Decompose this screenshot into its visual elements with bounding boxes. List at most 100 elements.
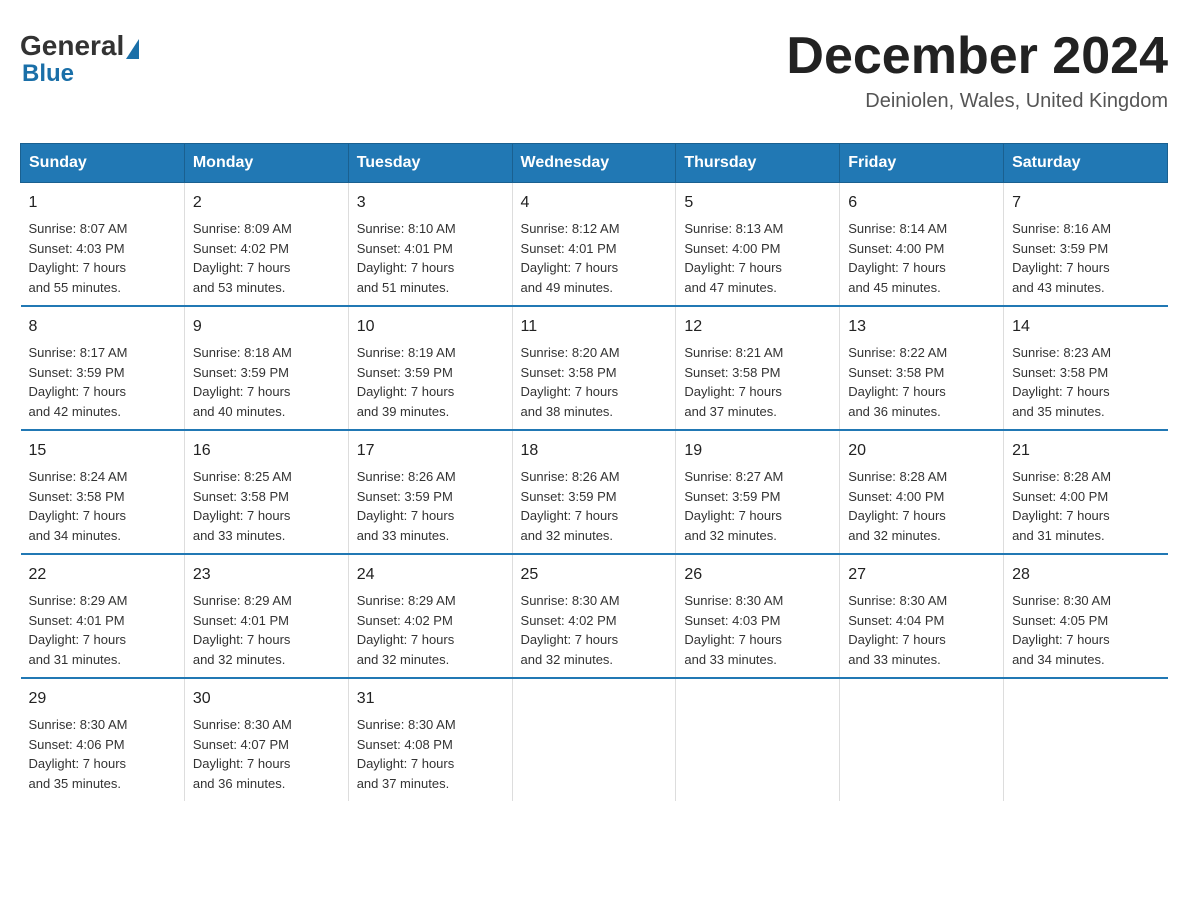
day-sunrise-text: Sunrise: 8:29 AM [193, 593, 292, 608]
day-number: 7 [1012, 191, 1159, 215]
logo-blue-label: Blue [22, 60, 74, 88]
day-number: 30 [193, 687, 340, 711]
day-number: 15 [29, 439, 176, 463]
col-friday: Friday [840, 144, 1004, 183]
day-number: 2 [193, 191, 340, 215]
calendar-day-cell: 7Sunrise: 8:16 AMSunset: 3:59 PMDaylight… [1004, 183, 1168, 307]
day-daylight-cont-text: and 33 minutes. [848, 652, 941, 667]
day-sunset-text: Sunset: 4:05 PM [1012, 613, 1108, 628]
day-number: 21 [1012, 439, 1159, 463]
day-sunset-text: Sunset: 3:58 PM [1012, 365, 1108, 380]
location-text: Deiniolen, Wales, United Kingdom [786, 90, 1168, 113]
day-sunset-text: Sunset: 4:02 PM [193, 241, 289, 256]
day-daylight-cont-text: and 36 minutes. [193, 776, 286, 791]
day-sunset-text: Sunset: 3:59 PM [684, 489, 780, 504]
day-sunset-text: Sunset: 3:58 PM [193, 489, 289, 504]
day-number: 17 [357, 439, 504, 463]
col-saturday: Saturday [1004, 144, 1168, 183]
day-sunrise-text: Sunrise: 8:25 AM [193, 469, 292, 484]
day-daylight-text: Daylight: 7 hours [193, 632, 291, 647]
logo: General Blue [20, 30, 141, 88]
day-number: 5 [684, 191, 831, 215]
day-number: 29 [29, 687, 176, 711]
day-daylight-cont-text: and 34 minutes. [29, 528, 122, 543]
day-number: 9 [193, 315, 340, 339]
day-sunset-text: Sunset: 3:59 PM [29, 365, 125, 380]
calendar-week-row: 29Sunrise: 8:30 AMSunset: 4:06 PMDayligh… [21, 678, 1168, 801]
col-sunday: Sunday [21, 144, 185, 183]
day-sunrise-text: Sunrise: 8:29 AM [357, 593, 456, 608]
day-number: 8 [29, 315, 176, 339]
calendar-day-cell: 5Sunrise: 8:13 AMSunset: 4:00 PMDaylight… [676, 183, 840, 307]
day-number: 3 [357, 191, 504, 215]
day-daylight-text: Daylight: 7 hours [684, 508, 782, 523]
day-sunset-text: Sunset: 4:02 PM [521, 613, 617, 628]
day-sunset-text: Sunset: 4:01 PM [521, 241, 617, 256]
day-daylight-cont-text: and 32 minutes. [193, 652, 286, 667]
day-daylight-text: Daylight: 7 hours [29, 384, 127, 399]
day-number: 28 [1012, 563, 1159, 587]
calendar-day-cell: 4Sunrise: 8:12 AMSunset: 4:01 PMDaylight… [512, 183, 676, 307]
calendar-day-cell: 8Sunrise: 8:17 AMSunset: 3:59 PMDaylight… [21, 306, 185, 430]
day-daylight-text: Daylight: 7 hours [848, 632, 946, 647]
day-sunrise-text: Sunrise: 8:07 AM [29, 221, 128, 236]
day-number: 4 [521, 191, 668, 215]
col-wednesday: Wednesday [512, 144, 676, 183]
day-sunrise-text: Sunrise: 8:21 AM [684, 345, 783, 360]
calendar-day-cell: 17Sunrise: 8:26 AMSunset: 3:59 PMDayligh… [348, 430, 512, 554]
day-number: 16 [193, 439, 340, 463]
day-sunrise-text: Sunrise: 8:23 AM [1012, 345, 1111, 360]
day-sunrise-text: Sunrise: 8:30 AM [521, 593, 620, 608]
calendar-day-cell: 25Sunrise: 8:30 AMSunset: 4:02 PMDayligh… [512, 554, 676, 678]
day-sunrise-text: Sunrise: 8:13 AM [684, 221, 783, 236]
title-area: December 2024 Deiniolen, Wales, United K… [786, 30, 1168, 113]
day-number: 31 [357, 687, 504, 711]
page-header: General Blue December 2024 Deiniolen, Wa… [20, 20, 1168, 123]
day-sunset-text: Sunset: 4:01 PM [193, 613, 289, 628]
day-number: 27 [848, 563, 995, 587]
day-daylight-cont-text: and 42 minutes. [29, 404, 122, 419]
day-sunset-text: Sunset: 4:03 PM [684, 613, 780, 628]
col-tuesday: Tuesday [348, 144, 512, 183]
calendar-header: Sunday Monday Tuesday Wednesday Thursday… [21, 144, 1168, 183]
day-daylight-text: Daylight: 7 hours [29, 260, 127, 275]
day-daylight-cont-text: and 51 minutes. [357, 280, 450, 295]
day-sunrise-text: Sunrise: 8:28 AM [1012, 469, 1111, 484]
calendar-day-cell [676, 678, 840, 801]
day-number: 24 [357, 563, 504, 587]
day-sunrise-text: Sunrise: 8:26 AM [357, 469, 456, 484]
day-number: 1 [29, 191, 176, 215]
day-daylight-text: Daylight: 7 hours [1012, 384, 1110, 399]
day-sunset-text: Sunset: 4:02 PM [357, 613, 453, 628]
day-daylight-text: Daylight: 7 hours [521, 260, 619, 275]
day-sunset-text: Sunset: 4:01 PM [29, 613, 125, 628]
day-sunset-text: Sunset: 3:59 PM [521, 489, 617, 504]
day-sunrise-text: Sunrise: 8:09 AM [193, 221, 292, 236]
day-daylight-cont-text: and 36 minutes. [848, 404, 941, 419]
day-sunset-text: Sunset: 3:58 PM [848, 365, 944, 380]
logo-triangle-icon [126, 39, 139, 59]
calendar-day-cell: 28Sunrise: 8:30 AMSunset: 4:05 PMDayligh… [1004, 554, 1168, 678]
day-daylight-cont-text: and 49 minutes. [521, 280, 614, 295]
day-daylight-text: Daylight: 7 hours [357, 384, 455, 399]
day-daylight-text: Daylight: 7 hours [521, 384, 619, 399]
day-daylight-text: Daylight: 7 hours [193, 384, 291, 399]
month-title: December 2024 [786, 30, 1168, 82]
day-sunset-text: Sunset: 4:00 PM [684, 241, 780, 256]
day-daylight-cont-text: and 43 minutes. [1012, 280, 1105, 295]
day-daylight-cont-text: and 33 minutes. [193, 528, 286, 543]
day-daylight-text: Daylight: 7 hours [848, 384, 946, 399]
calendar-day-cell: 12Sunrise: 8:21 AMSunset: 3:58 PMDayligh… [676, 306, 840, 430]
day-sunset-text: Sunset: 3:58 PM [684, 365, 780, 380]
day-daylight-cont-text: and 45 minutes. [848, 280, 941, 295]
day-daylight-text: Daylight: 7 hours [357, 260, 455, 275]
day-number: 14 [1012, 315, 1159, 339]
day-sunset-text: Sunset: 4:04 PM [848, 613, 944, 628]
col-monday: Monday [184, 144, 348, 183]
calendar-day-cell: 18Sunrise: 8:26 AMSunset: 3:59 PMDayligh… [512, 430, 676, 554]
calendar-day-cell: 11Sunrise: 8:20 AMSunset: 3:58 PMDayligh… [512, 306, 676, 430]
day-sunrise-text: Sunrise: 8:22 AM [848, 345, 947, 360]
calendar-day-cell: 21Sunrise: 8:28 AMSunset: 4:00 PMDayligh… [1004, 430, 1168, 554]
day-daylight-cont-text: and 37 minutes. [684, 404, 777, 419]
day-sunrise-text: Sunrise: 8:30 AM [193, 717, 292, 732]
